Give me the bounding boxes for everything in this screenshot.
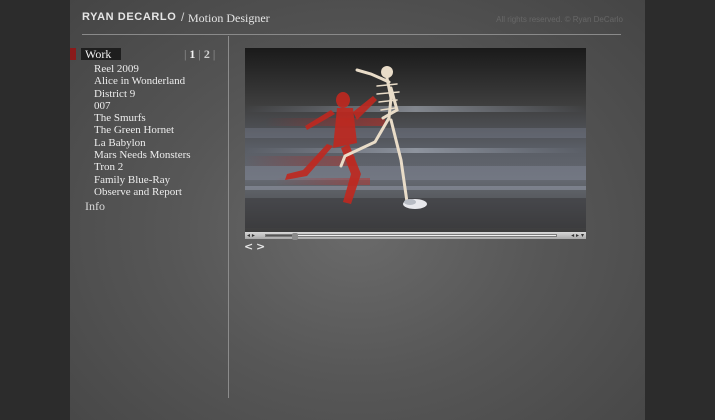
info-link[interactable]: Info — [85, 199, 105, 214]
pager-divider: | — [184, 47, 187, 61]
pager-divider: | — [212, 47, 216, 61]
page-panel: RYAN DECARLO / Motion Designer All right… — [70, 0, 645, 420]
seek-bar[interactable] — [265, 233, 557, 240]
work-section-tab[interactable]: Work — [81, 48, 121, 60]
chevron-left-icon[interactable]: < — [244, 240, 253, 253]
site-subtitle: Motion Designer — [188, 11, 270, 25]
work-item-green-hornet[interactable]: The Green Hornet — [94, 124, 191, 136]
work-item-observe-and-report[interactable]: Observe and Report — [94, 186, 191, 198]
seek-bar-progress — [266, 235, 292, 236]
copyright-text: All rights reserved. © Ryan DeCarlo — [496, 15, 623, 24]
work-item-alice[interactable]: Alice in Wonderland — [94, 75, 191, 87]
video-controls: ◂ ▸ ◂ ▸ ▾ — [245, 232, 586, 240]
work-item-reel-2009[interactable]: Reel 2009 — [94, 63, 191, 75]
work-item-la-babylon[interactable]: La Babylon — [94, 137, 191, 149]
page-2-link[interactable]: 2 — [204, 47, 210, 61]
work-item-007[interactable]: 007 — [94, 100, 191, 112]
work-pager: | 1 | 2 | — [181, 47, 218, 62]
work-item-district-9[interactable]: District 9 — [94, 88, 191, 100]
sidebar-divider — [228, 36, 229, 398]
video-frame — [245, 66, 586, 228]
volume-icon[interactable]: ◂ ▸ — [247, 232, 255, 239]
video-player[interactable] — [245, 48, 586, 232]
work-item-tron-2[interactable]: Tron 2 — [94, 161, 191, 173]
work-item-family-blue-ray[interactable]: Family Blue-Ray — [94, 174, 191, 186]
work-item-smurfs[interactable]: The Smurfs — [94, 112, 191, 124]
playback-controls[interactable]: ◂ ▸ ▾ — [571, 232, 584, 239]
title-separator: / — [181, 10, 185, 24]
site-title[interactable]: RYAN DECARLO — [82, 11, 176, 23]
active-section-marker — [70, 48, 76, 60]
header-divider — [82, 34, 621, 35]
work-item-mars-needs-monsters[interactable]: Mars Needs Monsters — [94, 149, 191, 161]
work-list: Reel 2009 Alice in Wonderland District 9… — [94, 63, 191, 198]
seek-handle[interactable] — [292, 233, 298, 240]
page-1-link[interactable]: 1 — [189, 47, 195, 61]
pager-divider: | — [198, 47, 201, 61]
chevron-right-icon[interactable]: > — [256, 240, 265, 253]
